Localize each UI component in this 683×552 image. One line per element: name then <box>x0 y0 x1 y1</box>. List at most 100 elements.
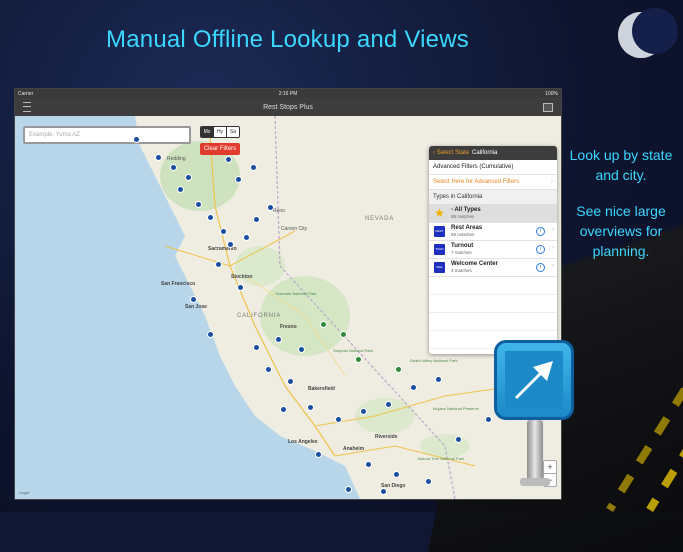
turnout-pin[interactable] <box>355 356 362 363</box>
headline: Manual Offline Lookup and Views <box>106 26 469 53</box>
empty-row <box>429 313 557 331</box>
type-count: 7 matches <box>451 250 472 255</box>
map-type-selector[interactable]: Ms Hy Sa <box>200 126 240 138</box>
type-row-welcome-center[interactable]: WEL COME Welcome Center 3 matches i › <box>429 259 557 280</box>
side-text: Look up by state and city. See nice larg… <box>562 145 680 277</box>
rest-stop-pin[interactable] <box>380 488 387 495</box>
rest-stop-pin[interactable] <box>207 331 214 338</box>
status-bar: Carrier 2:16 PM 100% <box>15 89 561 98</box>
type-title: Rest Areas <box>451 225 483 231</box>
map-label-city: Los Angeles <box>288 439 318 445</box>
rest-stop-pin[interactable] <box>280 406 287 413</box>
rest-stop-pin[interactable] <box>225 156 232 163</box>
app-icon-face <box>505 351 563 409</box>
rest-stop-pin[interactable] <box>207 214 214 221</box>
empty-row <box>429 295 557 313</box>
rest-stop-pin[interactable] <box>298 346 305 353</box>
advanced-filters-label: Advanced Filters (Cumulative) <box>433 164 514 170</box>
rest-stop-pin[interactable] <box>235 176 242 183</box>
advanced-filters-row: Advanced Filters (Cumulative) <box>429 160 557 175</box>
type-row-all[interactable]: ★ - All Types 96 matches <box>429 205 557 223</box>
rest-stop-pin[interactable] <box>315 451 322 458</box>
star-icon: ★ <box>434 206 445 220</box>
info-icon[interactable]: i <box>536 227 545 236</box>
map-type-satellite[interactable]: Sa <box>226 127 239 137</box>
rest-stop-pin[interactable] <box>170 164 177 171</box>
rest-stop-pin[interactable] <box>195 201 202 208</box>
rest-stop-pin[interactable] <box>265 366 272 373</box>
rest-stop-pin[interactable] <box>237 284 244 291</box>
turnout-pin[interactable] <box>395 366 402 373</box>
map-type-hybrid[interactable]: Hy <box>213 127 226 137</box>
rest-stop-pin[interactable] <box>455 436 462 443</box>
map-label-state: NEVADA <box>365 216 395 222</box>
clear-filters-button[interactable]: Clear Filters <box>200 143 240 155</box>
rest-stop-pin[interactable] <box>253 344 260 351</box>
chevron-right-icon: › <box>552 245 554 251</box>
type-row-rest-areas[interactable]: REST Rest Areas 86 matches i › <box>429 223 557 241</box>
menu-icon[interactable] <box>23 102 31 112</box>
advanced-filters-link[interactable]: Select Here for Advanced Filters › <box>429 175 557 190</box>
rest-stop-pin[interactable] <box>385 401 392 408</box>
search-input[interactable]: Example: Yuma AZ <box>23 126 191 144</box>
turnout-pin[interactable] <box>340 331 347 338</box>
rest-stop-pin[interactable] <box>393 471 400 478</box>
rest-stop-pin[interactable] <box>190 296 197 303</box>
state-filter-panel: ‹ Select State California Advanced Filte… <box>429 146 557 354</box>
rest-stop-pin[interactable] <box>365 461 372 468</box>
rest-stop-pin[interactable] <box>435 376 442 383</box>
type-row-turnout[interactable]: TURN OUT Turnout 7 matches i › <box>429 241 557 262</box>
side-text-line: See nice large overviews for planning. <box>576 203 666 259</box>
map-label-state: CALIFORNIA <box>237 313 282 319</box>
rest-stop-pin[interactable] <box>267 204 274 211</box>
type-title: Welcome Center <box>451 261 498 267</box>
map-label-city: Anaheim <box>343 446 365 452</box>
map-label-park: Sequoia National Park <box>333 348 373 353</box>
empty-row <box>429 277 557 295</box>
map-type-standard[interactable]: Ms <box>201 127 213 137</box>
info-icon[interactable]: i <box>536 245 545 254</box>
rest-stop-pin[interactable] <box>155 154 162 161</box>
rest-stop-pin[interactable] <box>360 408 367 415</box>
rest-stop-pin[interactable] <box>345 486 352 493</box>
map-label-city: Stockton <box>231 274 253 280</box>
info-icon[interactable]: i <box>536 263 545 272</box>
map-label-park: Mojave National Preserve <box>433 406 479 411</box>
map-view[interactable]: Example: Yuma AZ Ms Hy Sa Clear Filters … <box>15 116 561 499</box>
types-section-header: Types in California <box>429 190 557 205</box>
map-view-icon[interactable] <box>543 103 553 112</box>
map-label-park: Joshua Tree National Park <box>417 456 465 461</box>
rest-stop-pin[interactable] <box>485 416 492 423</box>
rest-stop-pin[interactable] <box>177 186 184 193</box>
rest-stop-pin[interactable] <box>250 164 257 171</box>
type-count: 96 matches <box>451 214 475 219</box>
type-title: - All Types <box>451 207 481 213</box>
rest-stop-pin[interactable] <box>275 336 282 343</box>
map-label-city: Redding <box>167 156 186 162</box>
panel-header: ‹ Select State California <box>429 146 557 160</box>
rest-stop-pin[interactable] <box>185 174 192 181</box>
rest-stop-pin[interactable] <box>220 228 227 235</box>
zoom-in-button[interactable]: + <box>544 461 556 473</box>
turnout-icon: TURN OUT <box>434 244 445 262</box>
back-button[interactable]: ‹ Select State <box>433 150 469 156</box>
signpost-base <box>520 478 550 486</box>
type-count: 86 matches <box>451 232 475 237</box>
legal-link[interactable]: Legal <box>19 490 29 495</box>
turnout-pin[interactable] <box>320 321 327 328</box>
rest-stop-pin[interactable] <box>335 416 342 423</box>
rest-stop-pin[interactable] <box>253 216 260 223</box>
rest-stop-pin[interactable] <box>227 241 234 248</box>
map-label-city: Fresno <box>280 324 297 330</box>
rest-stop-pin[interactable] <box>425 478 432 485</box>
rest-stop-pin[interactable] <box>215 261 222 268</box>
rest-stop-pin[interactable] <box>410 384 417 391</box>
rest-stop-pin[interactable] <box>243 234 250 241</box>
welcome-center-icon: WEL COME <box>434 262 445 280</box>
back-label: Select State <box>436 150 470 156</box>
arrow-up-right-icon <box>505 351 563 409</box>
rest-stop-pin[interactable] <box>133 136 140 143</box>
rest-stop-pin[interactable] <box>307 404 314 411</box>
rest-stop-pin[interactable] <box>287 378 294 385</box>
ipad-screen: Carrier 2:16 PM 100% Rest Stops Plus Exa… <box>14 88 562 500</box>
